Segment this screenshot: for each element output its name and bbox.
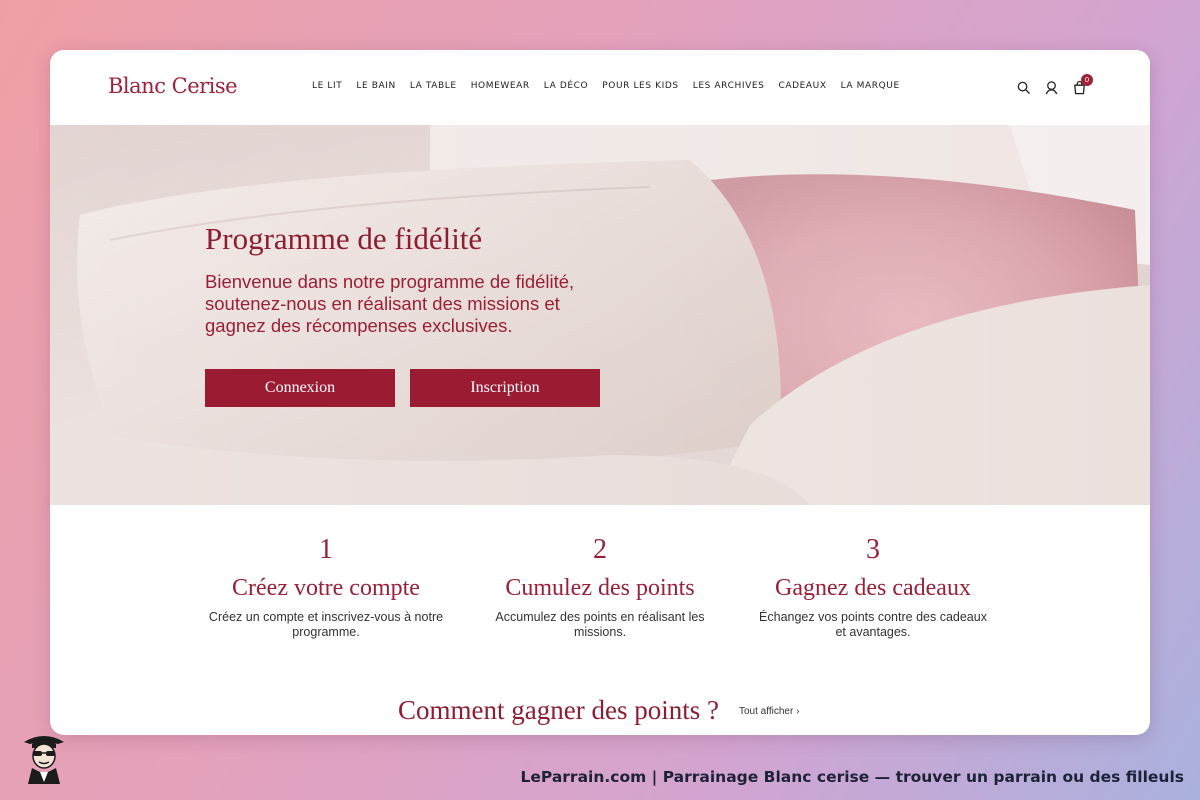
hero-banner: Programme de fidélité Bienvenue dans not… <box>50 125 1150 505</box>
step-card: 1 Créez votre compte Créez un compte et … <box>186 534 466 640</box>
cart-button[interactable]: 0 <box>1072 74 1093 95</box>
nav-item-le-bain[interactable]: LE BAIN <box>356 81 395 91</box>
step-title: Gagnez des cadeaux <box>775 575 971 601</box>
step-description: Accumulez des points en réalisant les mi… <box>460 610 740 640</box>
step-card: 2 Cumulez des points Accumulez des point… <box>460 534 740 640</box>
signup-button[interactable]: Inscription <box>410 369 600 407</box>
spy-mascot-icon <box>24 736 64 784</box>
step-number: 3 <box>866 534 880 565</box>
step-card: 3 Gagnez des cadeaux Échangez vos points… <box>733 534 1013 640</box>
browser-window: Blanc Cerise LE LIT LE BAIN LA TABLE HOM… <box>50 50 1150 735</box>
nav-item-les-archives[interactable]: LES ARCHIVES <box>693 81 765 91</box>
main-nav: LE LIT LE BAIN LA TABLE HOMEWEAR LA DÉCO… <box>312 81 900 91</box>
nav-item-la-table[interactable]: LA TABLE <box>410 81 457 91</box>
nav-item-le-lit[interactable]: LE LIT <box>312 81 342 91</box>
nav-item-cadeaux[interactable]: CADEAUX <box>778 81 826 91</box>
step-description-line: missions. <box>573 625 627 639</box>
nav-item-pour-les-kids[interactable]: POUR LES KIDS <box>602 81 679 91</box>
step-description-line: Créez un compte et inscrivez-vous à notr… <box>208 610 444 624</box>
see-all-link[interactable]: Tout afficher › <box>739 706 799 717</box>
hero-subtitle: Bienvenue dans notre programme de fidéli… <box>205 271 625 337</box>
search-icon[interactable] <box>1016 80 1031 95</box>
step-title: Créez votre compte <box>232 575 420 601</box>
hero-subtitle-line: Bienvenue dans notre programme de fidéli… <box>205 271 575 292</box>
hero-subtitle-line: soutenez-nous en réalisant des missions … <box>205 293 560 314</box>
step-description: Créez un compte et inscrivez-vous à notr… <box>186 610 466 640</box>
points-section-title: Comment gagner des points ? <box>398 695 719 725</box>
hero-subtitle-line: gagnez des récompenses exclusives. <box>205 315 513 336</box>
step-description-line: Échangez vos points contre des cadeaux <box>759 610 987 624</box>
step-description-line: et avantages. <box>835 625 911 639</box>
login-button[interactable]: Connexion <box>205 369 395 407</box>
nav-item-la-deco[interactable]: LA DÉCO <box>544 81 588 91</box>
brand-logo[interactable]: Blanc Cerise <box>108 74 238 98</box>
step-number: 2 <box>593 534 607 565</box>
nav-item-homewear[interactable]: HOMEWEAR <box>471 81 530 91</box>
step-number: 1 <box>319 534 333 565</box>
cart-count-badge: 0 <box>1081 74 1093 86</box>
footer-caption: LeParrain.com | Parrainage Blanc cerise … <box>520 768 1185 786</box>
step-description: Échangez vos points contre des cadeaux e… <box>733 610 1013 640</box>
hero-title: Programme de fidélité <box>205 221 483 256</box>
step-title: Cumulez des points <box>505 575 695 601</box>
header-actions: 0 <box>1016 74 1093 95</box>
site-header: Blanc Cerise LE LIT LE BAIN LA TABLE HOM… <box>50 50 1150 125</box>
nav-item-la-marque[interactable]: LA MARQUE <box>841 81 900 91</box>
user-icon[interactable] <box>1044 80 1059 95</box>
step-description-line: Accumulez des points en réalisant les <box>495 610 705 624</box>
step-description-line: programme. <box>292 625 360 639</box>
